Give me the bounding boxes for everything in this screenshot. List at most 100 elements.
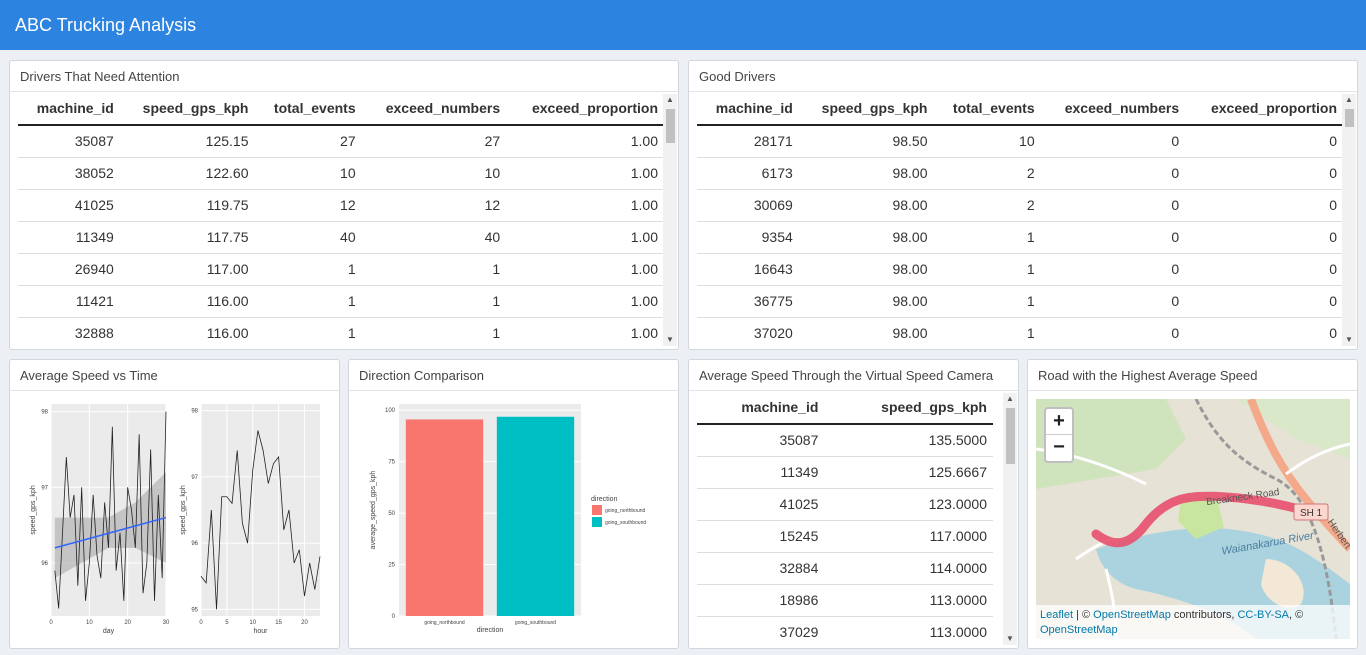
y-tick-label: 25 [388, 563, 395, 569]
license-link[interactable]: CC-BY-SA [1237, 609, 1289, 621]
table-cell: 1.00 [506, 253, 664, 286]
scroll-down-icon[interactable]: ▼ [1003, 633, 1017, 645]
camera-panel: Average Speed Through the Virtual Speed … [688, 359, 1019, 649]
road-map-title: Road with the Highest Average Speed [1028, 360, 1357, 391]
table-row[interactable]: 26940 117.00 1 1 1.00 [18, 253, 664, 286]
table-cell: 1.00 [506, 157, 664, 190]
camera-scrollbar[interactable]: ▲ ▼ [1003, 393, 1017, 645]
attention-table: machine_id speed_gps_kph total_events ex… [18, 92, 664, 349]
x-tick-label: going_southbound [515, 620, 556, 626]
scroll-thumb[interactable] [666, 109, 675, 143]
table-cell: 114.0000 [824, 552, 993, 585]
x-axis-label: hour [253, 628, 268, 635]
table-row[interactable]: 36775 98.00 1 0 0 [697, 285, 1343, 318]
y-tick-label: 0 [392, 614, 396, 620]
table-cell: 12 [254, 189, 362, 222]
col-header[interactable]: exceed_numbers [1040, 92, 1186, 126]
table-row[interactable]: 37020 98.00 1 0 0 [697, 317, 1343, 349]
x-tick-label: going_northbound [424, 620, 465, 626]
attention-panel-title: Drivers That Need Attention [10, 61, 678, 92]
table-row[interactable]: 32884 114.0000 [697, 552, 993, 585]
table-row[interactable]: 37029 113.0000 [697, 616, 993, 648]
attention-scrollbar[interactable]: ▲ ▼ [663, 94, 677, 346]
good-drivers-panel-title: Good Drivers [689, 61, 1357, 92]
table-row[interactable]: 35087 125.15 27 27 1.00 [18, 125, 664, 158]
direction-panel: Direction Comparison 0 25 50 75 100 going_nor… [348, 359, 679, 649]
x-axis-label: direction [477, 627, 504, 634]
col-header[interactable]: exceed_numbers [361, 92, 507, 126]
y-tick-label: 98 [41, 410, 48, 416]
table-cell: 125.6667 [824, 456, 993, 489]
col-header[interactable]: machine_id [697, 391, 825, 425]
col-header[interactable]: total_events [933, 92, 1041, 126]
scroll-down-icon[interactable]: ▼ [1342, 334, 1356, 346]
x-tick-label: 0 [199, 620, 203, 626]
scroll-thumb[interactable] [1345, 109, 1354, 127]
direction-title: Direction Comparison [349, 360, 678, 391]
y-tick-label: 98 [191, 409, 198, 415]
table-row[interactable]: 15245 117.0000 [697, 520, 993, 553]
leaflet-link[interactable]: Leaflet [1040, 609, 1073, 621]
road-map-panel: Road with the Highest Average Speed Brea… [1027, 359, 1358, 649]
table-cell: 1.00 [506, 125, 664, 158]
attrib-sep: | © [1073, 609, 1094, 621]
table-row[interactable]: 41025 123.0000 [697, 488, 993, 521]
table-row[interactable]: 11421 116.00 1 1 1.00 [18, 285, 664, 318]
osm-link[interactable]: OpenStreetMap [1093, 609, 1171, 621]
good-scrollbar[interactable]: ▲ ▼ [1342, 94, 1356, 346]
table-cell: 27 [254, 125, 362, 158]
table-cell: 6173 [697, 157, 799, 190]
table-row[interactable]: 30069 98.00 2 0 0 [697, 189, 1343, 222]
table-row[interactable]: 18986 113.0000 [697, 584, 993, 617]
zoom-in-button[interactable]: + [1046, 409, 1072, 435]
col-header[interactable]: speed_gps_kph [119, 92, 255, 126]
y-axis-label: speed_gps_kph [30, 485, 37, 535]
osm-link-2[interactable]: OpenStreetMap [1040, 624, 1118, 636]
x-axis-label: day [103, 628, 115, 635]
zoom-control: + − [1044, 407, 1074, 463]
table-cell: 10 [361, 157, 507, 190]
table-row[interactable]: 11349 117.75 40 40 1.00 [18, 221, 664, 254]
scroll-up-icon[interactable]: ▲ [1003, 393, 1017, 405]
scroll-down-icon[interactable]: ▼ [663, 334, 677, 346]
y-tick-label: 97 [191, 475, 198, 481]
camera-table-wrap: machine_id speed_gps_kph 35087 135.5000 1… [697, 391, 993, 648]
table-cell: 135.5000 [824, 424, 993, 457]
attrib-sep: , © [1289, 609, 1304, 621]
leaflet-map[interactable]: Breakneck Road Waianakarua River Herbert… [1036, 399, 1350, 639]
good-table-header: machine_id speed_gps_kph total_events ex… [697, 92, 1343, 126]
legend-swatch [592, 517, 602, 527]
col-header[interactable]: machine_id [697, 92, 799, 126]
scroll-thumb[interactable] [1006, 408, 1015, 464]
table-row[interactable]: 11349 125.6667 [697, 456, 993, 489]
col-header[interactable]: speed_gps_kph [824, 391, 993, 425]
attention-panel: Drivers That Need Attention machine_id s… [9, 60, 679, 350]
y-tick-label: 100 [385, 408, 396, 414]
table-cell: 32884 [697, 552, 825, 585]
table-row[interactable]: 32888 116.00 1 1 1.00 [18, 317, 664, 349]
table-row[interactable]: 6173 98.00 2 0 0 [697, 157, 1343, 190]
col-header[interactable]: machine_id [18, 92, 120, 126]
col-header[interactable]: exceed_proportion [1185, 92, 1343, 126]
col-header[interactable]: exceed_proportion [506, 92, 664, 126]
zoom-out-button[interactable]: − [1046, 435, 1072, 461]
table-cell: 123.0000 [824, 488, 993, 521]
table-row[interactable]: 28171 98.50 10 0 0 [697, 125, 1343, 158]
col-header[interactable]: total_events [254, 92, 362, 126]
camera-table-header: machine_id speed_gps_kph [697, 391, 993, 425]
table-cell: 37029 [697, 616, 825, 648]
table-row[interactable]: 41025 119.75 12 12 1.00 [18, 189, 664, 222]
x-tick-label: 20 [124, 620, 131, 626]
legend-label: going_southbound [605, 520, 646, 526]
table-cell: 16643 [697, 253, 799, 286]
y-tick-label: 95 [191, 607, 198, 613]
scroll-up-icon[interactable]: ▲ [1342, 94, 1356, 106]
col-header[interactable]: speed_gps_kph [798, 92, 934, 126]
table-cell: 36775 [697, 285, 799, 318]
table-row[interactable]: 16643 98.00 1 0 0 [697, 253, 1343, 286]
table-row[interactable]: 9354 98.00 1 0 0 [697, 221, 1343, 254]
table-cell: 1 [933, 221, 1041, 254]
table-row[interactable]: 38052 122.60 10 10 1.00 [18, 157, 664, 190]
table-row[interactable]: 35087 135.5000 [697, 424, 993, 457]
scroll-up-icon[interactable]: ▲ [663, 94, 677, 106]
